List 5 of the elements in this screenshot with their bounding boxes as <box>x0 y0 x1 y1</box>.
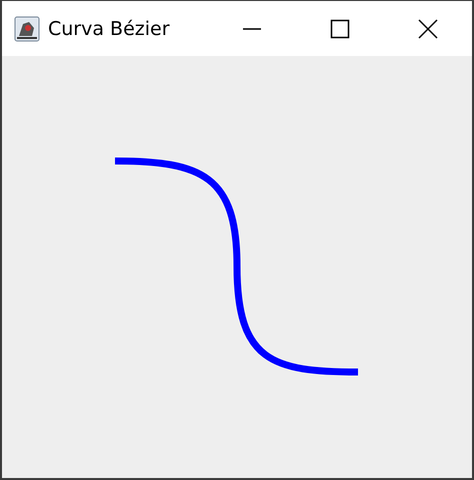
app-icon <box>14 16 40 42</box>
window-title: Curva Bézier <box>48 18 170 40</box>
close-icon <box>418 18 438 38</box>
minimize-icon <box>242 28 262 30</box>
maximize-icon <box>330 18 350 38</box>
